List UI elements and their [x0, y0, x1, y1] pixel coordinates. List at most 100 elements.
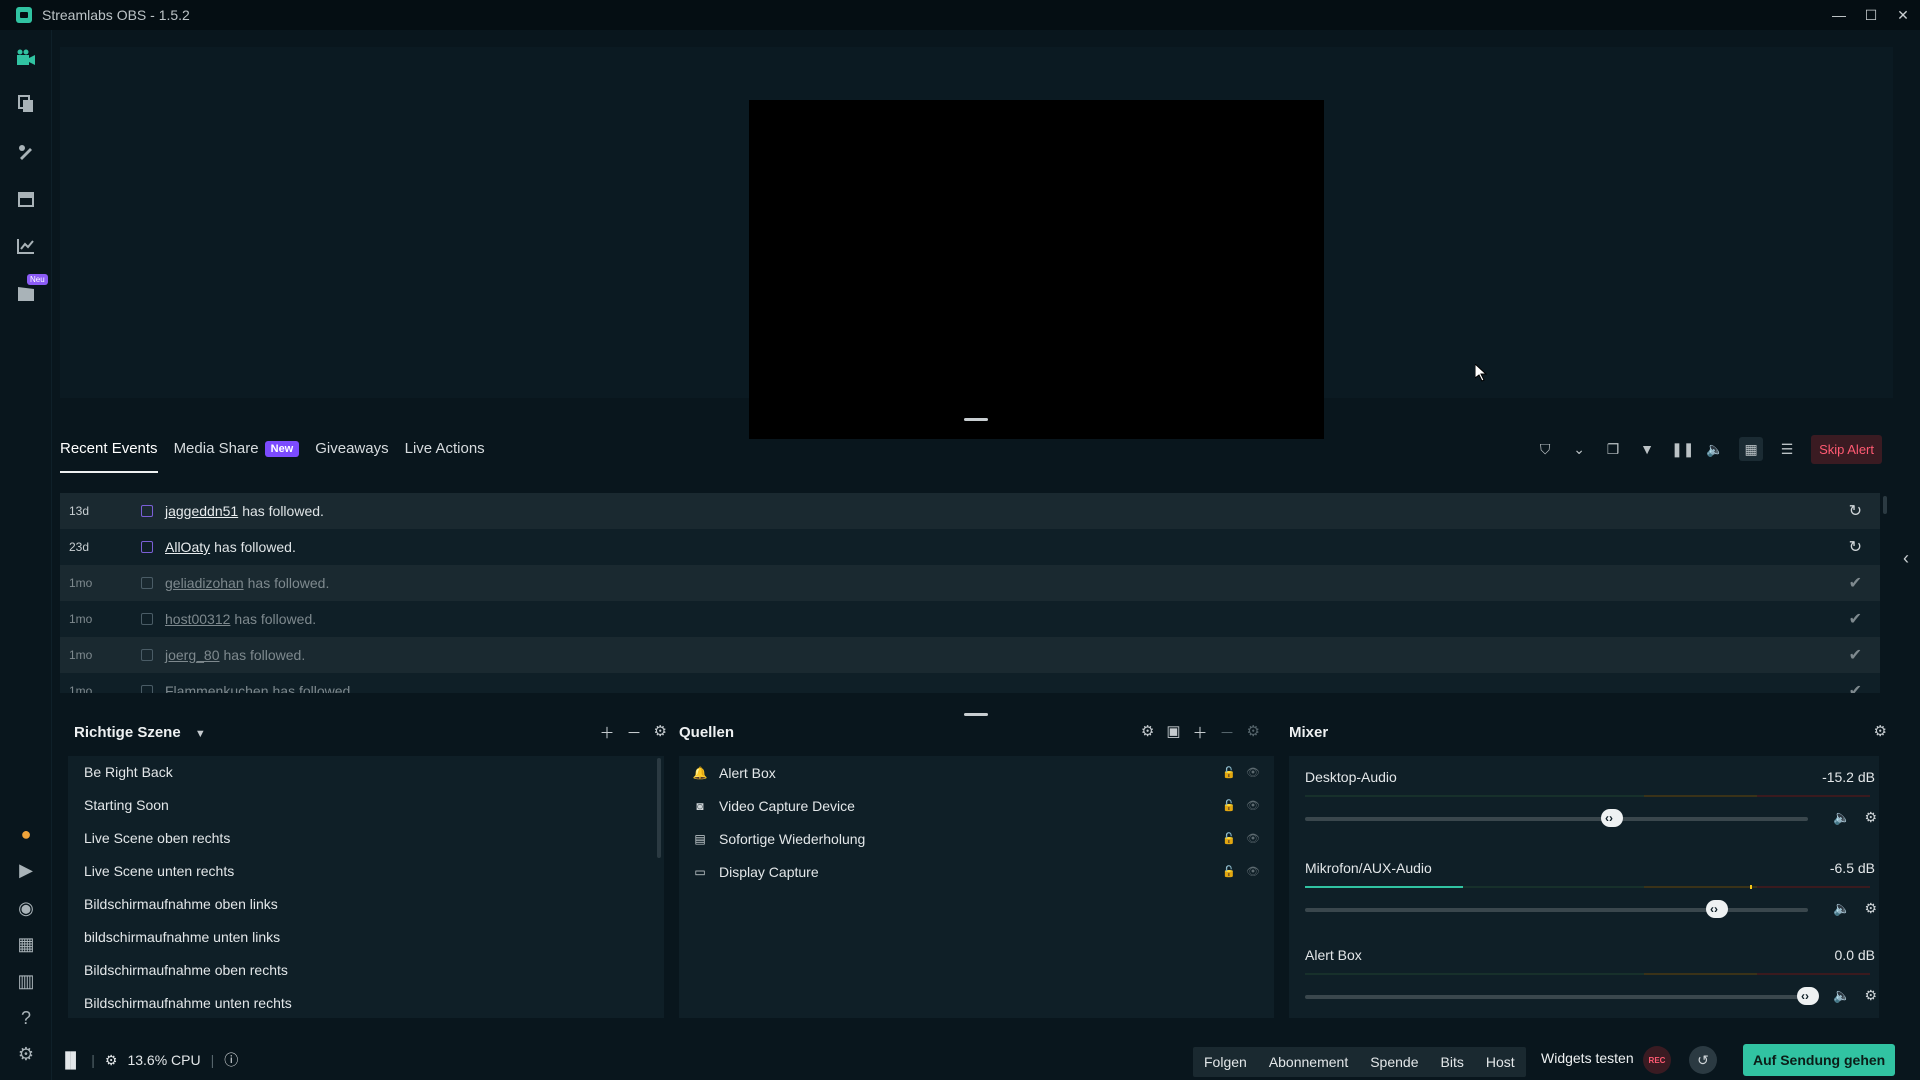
test-button[interactable]: Spende: [1359, 1054, 1429, 1070]
event-username[interactable]: AllOaty: [165, 539, 210, 555]
checkmark-icon[interactable]: ✔: [1849, 573, 1862, 593]
twitch-icon: [141, 613, 153, 625]
repeat-icon[interactable]: ↻: [1849, 501, 1862, 521]
test-button[interactable]: Bits: [1430, 1054, 1475, 1070]
list-view-icon[interactable]: ☰: [1777, 441, 1797, 458]
editor-icon[interactable]: [14, 140, 38, 164]
scene-item[interactable]: Be Right Back: [68, 756, 664, 789]
lock-icon[interactable]: 🔓: [1222, 766, 1236, 779]
channel-settings-icon[interactable]: ⚙: [1864, 809, 1877, 826]
slider-knob[interactable]: [1706, 900, 1728, 918]
pause-icon[interactable]: ❚❚: [1671, 441, 1694, 458]
volume-slider[interactable]: [1305, 809, 1808, 827]
shield-icon[interactable]: ⛉: [1535, 441, 1555, 458]
chevron-down-icon[interactable]: ⌄: [1569, 441, 1589, 458]
minimize-icon[interactable]: —: [1832, 7, 1846, 23]
events-scrollbar[interactable]: [1883, 496, 1887, 514]
scene-item[interactable]: Bildschirmaufnahme oben links: [68, 888, 664, 921]
grid-view-icon[interactable]: ▦: [1739, 437, 1764, 461]
add-source-icon[interactable]: ＋: [1193, 722, 1208, 743]
settings-icon[interactable]: ⚙: [14, 1042, 38, 1066]
filter-sources-icon[interactable]: ⚙: [1141, 722, 1154, 743]
event-username[interactable]: Flammenkuchen: [165, 683, 269, 693]
lock-icon[interactable]: 🔓: [1222, 799, 1236, 812]
record-button[interactable]: REC: [1643, 1046, 1671, 1074]
volume-slider[interactable]: [1305, 987, 1819, 1005]
scene-item[interactable]: Live Scene oben rechts: [68, 822, 664, 855]
studio-icon[interactable]: [14, 46, 38, 70]
resize-handle[interactable]: [964, 418, 988, 421]
speaker-icon[interactable]: 🔈: [1833, 809, 1850, 826]
highlighter-icon[interactable]: [14, 282, 38, 306]
tab-giveaways[interactable]: Giveaways: [315, 432, 388, 457]
event-username[interactable]: geliadizohan: [165, 575, 244, 591]
checkmark-icon[interactable]: ✔: [1849, 681, 1862, 693]
scene-item[interactable]: Bildschirmaufnahme unten rechts: [68, 987, 664, 1020]
scene-selector[interactable]: Richtige Szene ▼: [74, 724, 206, 741]
info-icon[interactable]: ⓘ: [224, 1050, 238, 1070]
grid-icon[interactable]: ▦: [14, 932, 38, 956]
source-item[interactable]: ◙ Video Capture Device 🔓 👁: [679, 789, 1274, 822]
stats-bar-icon[interactable]: ▐▌: [60, 1052, 81, 1069]
slider-knob[interactable]: [1797, 987, 1819, 1005]
channel-settings-icon[interactable]: ⚙: [1864, 900, 1877, 917]
mixer-settings-icon[interactable]: ⚙: [1874, 722, 1887, 740]
remove-source-icon[interactable]: －: [1220, 722, 1235, 743]
add-folder-icon[interactable]: ▣: [1166, 722, 1180, 743]
scenes-scrollbar[interactable]: [657, 758, 661, 858]
scene-item[interactable]: Bildschirmaufnahme oben rechts: [68, 954, 664, 987]
tab-media-share[interactable]: Media Share New: [174, 432, 300, 457]
lock-icon[interactable]: 🔓: [1222, 865, 1236, 878]
themes-icon[interactable]: [14, 92, 38, 116]
scene-item[interactable]: bildschirmaufnahme unten links: [68, 921, 664, 954]
resize-handle[interactable]: [964, 713, 988, 716]
remove-scene-icon[interactable]: －: [627, 722, 642, 743]
go-live-button[interactable]: Auf Sendung gehen: [1743, 1044, 1896, 1076]
source-item[interactable]: 🔔 Alert Box 🔓 👁: [679, 756, 1274, 789]
visibility-icon[interactable]: 👁: [1246, 766, 1260, 779]
scene-settings-icon[interactable]: ⚙: [654, 722, 667, 743]
skip-alert-button[interactable]: Skip Alert: [1811, 434, 1882, 464]
close-icon[interactable]: ✕: [1896, 7, 1910, 24]
library-icon[interactable]: ▥: [14, 969, 38, 993]
source-settings-icon[interactable]: ⚙: [1247, 722, 1260, 743]
add-scene-icon[interactable]: ＋: [600, 722, 615, 743]
replay-buffer-icon[interactable]: ↺: [1689, 1046, 1717, 1074]
event-username[interactable]: host00312: [165, 611, 230, 627]
visibility-icon[interactable]: 👁: [1246, 832, 1260, 845]
tab-live-actions[interactable]: Live Actions: [405, 432, 485, 457]
slider-knob[interactable]: [1601, 809, 1623, 827]
volume-icon[interactable]: 🔈: [1705, 441, 1725, 458]
checkmark-icon[interactable]: ✔: [1849, 645, 1862, 665]
chat-icon[interactable]: ◉: [14, 896, 38, 920]
repeat-icon[interactable]: ↻: [1849, 537, 1862, 557]
source-item[interactable]: ▭ Display Capture 🔓 👁: [679, 855, 1274, 888]
speaker-icon[interactable]: 🔈: [1833, 987, 1850, 1004]
event-username[interactable]: joerg_80: [165, 647, 220, 663]
tab-recent-events[interactable]: Recent Events: [60, 432, 158, 473]
volume-slider[interactable]: [1305, 900, 1808, 918]
prime-icon[interactable]: ●: [14, 822, 38, 846]
store-icon[interactable]: [14, 187, 38, 211]
test-button[interactable]: Host: [1475, 1054, 1526, 1070]
filter-icon[interactable]: ▼: [1637, 441, 1657, 457]
test-button[interactable]: Abonnement: [1258, 1054, 1359, 1070]
channel-settings-icon[interactable]: ⚙: [1864, 987, 1877, 1004]
collapse-right-icon[interactable]: ‹: [1903, 548, 1909, 569]
play-icon[interactable]: ▶: [14, 858, 38, 882]
speaker-icon[interactable]: 🔈: [1833, 900, 1850, 917]
test-button[interactable]: Folgen: [1193, 1054, 1258, 1070]
source-item[interactable]: ▤ Sofortige Wiederholung 🔓 👁: [679, 822, 1274, 855]
scene-item[interactable]: Live Scene unten rechts: [68, 855, 664, 888]
maximize-icon[interactable]: ☐: [1864, 7, 1878, 24]
event-username[interactable]: jaggeddn51: [165, 503, 238, 519]
help-icon[interactable]: ?: [14, 1006, 38, 1030]
visibility-icon[interactable]: 👁: [1246, 799, 1260, 812]
checkmark-icon[interactable]: ✔: [1849, 609, 1862, 629]
preview-canvas[interactable]: [749, 100, 1324, 439]
lock-icon[interactable]: 🔓: [1222, 832, 1236, 845]
stats-icon[interactable]: [14, 234, 38, 258]
visibility-icon[interactable]: 👁: [1246, 865, 1260, 878]
scene-item[interactable]: Starting Soon: [68, 789, 664, 822]
popout-icon[interactable]: ❐: [1603, 441, 1623, 458]
